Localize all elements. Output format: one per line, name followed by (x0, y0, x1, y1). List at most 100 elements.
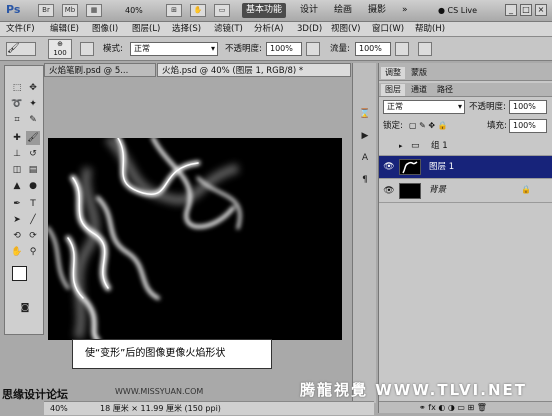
flow-field[interactable]: 100% (355, 42, 391, 56)
tablet-opacity-icon[interactable] (306, 42, 320, 56)
tab-flame-brush-doc[interactable]: 火焰笔刷.psd @ 5... (44, 63, 156, 77)
panel-dock-strip: ⌛ ▶ A ¶ (352, 63, 376, 403)
tab-masks[interactable]: 蒙版 (407, 67, 431, 79)
brush-panel-icon[interactable] (80, 42, 94, 56)
line-tool-icon[interactable]: ╱ (26, 213, 40, 227)
watermark-right: 腾龍視覺 WWW.TLVI.NET (300, 381, 527, 399)
menu-help[interactable]: 帮助(H) (415, 23, 445, 36)
workspace-photography[interactable]: 摄影 (364, 3, 390, 18)
menu-view[interactable]: 视图(V) (331, 23, 360, 36)
tools-panel: ⬚ ✥ ➰ ✦ ⌗ ✎ ✚ 🖌 ⊥ ↺ ◫ ▤ ▲ ● ✒ T ➤ ╱ ⟲ ⟳ … (4, 65, 44, 335)
menu-3d[interactable]: 3D(D) (297, 23, 322, 36)
menu-edit[interactable]: 编辑(E) (50, 23, 79, 36)
visibility-eye-icon[interactable]: 👁 (383, 161, 395, 173)
airbrush-icon[interactable] (395, 42, 409, 56)
opacity-field[interactable]: 100% (266, 42, 302, 56)
brush-tip-icon: ⊕ (57, 40, 63, 48)
status-zoom[interactable]: 40% (50, 402, 68, 416)
visibility-eye-icon[interactable]: 👁 (383, 185, 395, 197)
workspace-essentials[interactable]: 基本功能 (242, 3, 287, 18)
history-brush-icon[interactable]: ↺ (26, 147, 40, 161)
folder-icon: ▭ (411, 141, 420, 151)
expand-triangle-icon[interactable]: ▸ (399, 142, 407, 150)
character-panel-icon[interactable]: A (358, 151, 372, 165)
brush-tool-icon: 🖌 (7, 43, 20, 54)
paragraph-panel-icon[interactable]: ¶ (358, 173, 372, 187)
magic-wand-icon[interactable]: ✦ (26, 97, 40, 111)
eyedropper-icon[interactable]: ✎ (26, 113, 40, 127)
status-doc-info[interactable]: 18 厘米 × 11.99 厘米 (150 ppi) (100, 402, 221, 416)
hand-icon[interactable]: ✋ (10, 245, 24, 259)
tab-flame-doc[interactable]: 火焰.psd @ 40% (图层 1, RGB/8) * (157, 63, 351, 77)
zoom-tool-icon[interactable]: ⚲ (26, 245, 40, 259)
3d-orbit-icon[interactable]: ⟳ (26, 229, 40, 243)
menu-image[interactable]: 图像(I) (92, 23, 118, 36)
layer-thumbnail (399, 159, 421, 175)
actions-panel-icon[interactable]: ▶ (358, 129, 372, 143)
3d-rotate-icon[interactable]: ⟲ (10, 229, 24, 243)
layer-opacity-field[interactable]: 100% (509, 100, 547, 114)
clone-stamp-icon[interactable]: ⊥ (10, 147, 24, 161)
quick-mask-icon[interactable]: ◙ (18, 301, 32, 315)
foreground-color-swatch[interactable] (12, 266, 27, 281)
layer-name: 背景 (429, 185, 447, 195)
lock-label: 锁定: (383, 121, 403, 131)
layer-row-layer1[interactable]: 👁 图层 1 (379, 156, 552, 179)
pen-icon[interactable]: ✒ (10, 197, 24, 211)
menu-select[interactable]: 选择(S) (172, 23, 201, 36)
layer-row-group1[interactable]: ▸ ▭ 组 1 (379, 137, 552, 156)
tab-channels[interactable]: 通道 (407, 84, 431, 96)
workspace-more-icon[interactable]: » (398, 3, 412, 18)
tab-adjustments[interactable]: 调整 (381, 67, 405, 79)
menu-filter[interactable]: 滤镜(T) (214, 23, 243, 36)
eraser-icon[interactable]: ◫ (10, 163, 24, 177)
view-extras-icon[interactable]: ▦ (86, 4, 102, 17)
workspace-design[interactable]: 设计 (296, 3, 322, 18)
visibility-off-icon[interactable] (383, 140, 395, 152)
tab-paths[interactable]: 路径 (433, 84, 457, 96)
path-select-icon[interactable]: ➤ (10, 213, 24, 227)
move-tool-icon[interactable]: ✥ (26, 81, 40, 95)
menu-bar: 文件(F) 编辑(E) 图像(I) 图层(L) 选择(S) 滤镜(T) 分析(A… (0, 22, 552, 37)
minimize-icon[interactable]: _ (505, 4, 517, 16)
screen-mode-icon[interactable]: ▭ (214, 4, 230, 17)
workspace-painting[interactable]: 绘画 (330, 3, 356, 18)
mode-select[interactable]: 正常 ▾ (130, 42, 218, 56)
menu-analysis[interactable]: 分析(A) (254, 23, 283, 36)
brush-preset-picker[interactable]: 🖌 (6, 42, 36, 56)
tab-layers[interactable]: 图层 (381, 84, 405, 96)
rect-marquee-icon[interactable]: ⬚ (10, 81, 24, 95)
bridge-icon[interactable]: Br (38, 4, 54, 17)
lock-icons[interactable]: ▢ ✎ ✥ 🔒 (409, 121, 469, 131)
dodge-icon[interactable]: ● (26, 179, 40, 193)
mini-bridge-icon[interactable]: Mb (62, 4, 78, 17)
crop-icon[interactable]: ⌗ (10, 113, 24, 127)
type-tool-icon[interactable]: T (26, 197, 40, 211)
layer-row-background[interactable]: 👁 背景 🔒 (379, 179, 552, 203)
blur-icon[interactable]: ▲ (10, 179, 24, 193)
fill-field[interactable]: 100% (509, 119, 547, 133)
lasso-icon[interactable]: ➰ (10, 97, 24, 111)
maximize-icon[interactable]: □ (520, 4, 532, 16)
healing-brush-icon[interactable]: ✚ (10, 131, 24, 145)
brush-tool-selected-icon[interactable]: 🖌 (26, 131, 40, 145)
gradient-icon[interactable]: ▤ (26, 163, 40, 177)
brush-size-picker[interactable]: ⊕ 100 (48, 39, 72, 59)
menu-window[interactable]: 窗口(W) (372, 23, 404, 36)
history-panel-icon[interactable]: ⌛ (358, 107, 372, 121)
layer-name: 图层 1 (429, 162, 455, 172)
blend-mode-select[interactable]: 正常 ▾ (383, 100, 465, 114)
zoom-level[interactable]: 40% (125, 4, 159, 17)
image-canvas[interactable] (48, 138, 342, 340)
cs-live-button[interactable]: ● CS Live (438, 4, 498, 18)
watermark-site: WWW.MISSYUAN.COM (115, 387, 204, 396)
menu-layer[interactable]: 图层(L) (132, 23, 160, 36)
arrange-docs-icon[interactable]: ⊞ (166, 4, 182, 17)
menu-file[interactable]: 文件(F) (6, 23, 35, 36)
layer-opacity-label: 不透明度: (469, 102, 506, 112)
tablet-size-icon[interactable] (418, 42, 432, 56)
flame-thumb-icon (402, 161, 418, 174)
hand-tool-icon[interactable]: ✋ (190, 4, 206, 17)
close-icon[interactable]: × (535, 4, 547, 16)
app-bar: Ps Br Mb ▦ 40% ⊞ ✋ ▭ 基本功能 设计 绘画 摄影 » ● C… (0, 0, 552, 22)
